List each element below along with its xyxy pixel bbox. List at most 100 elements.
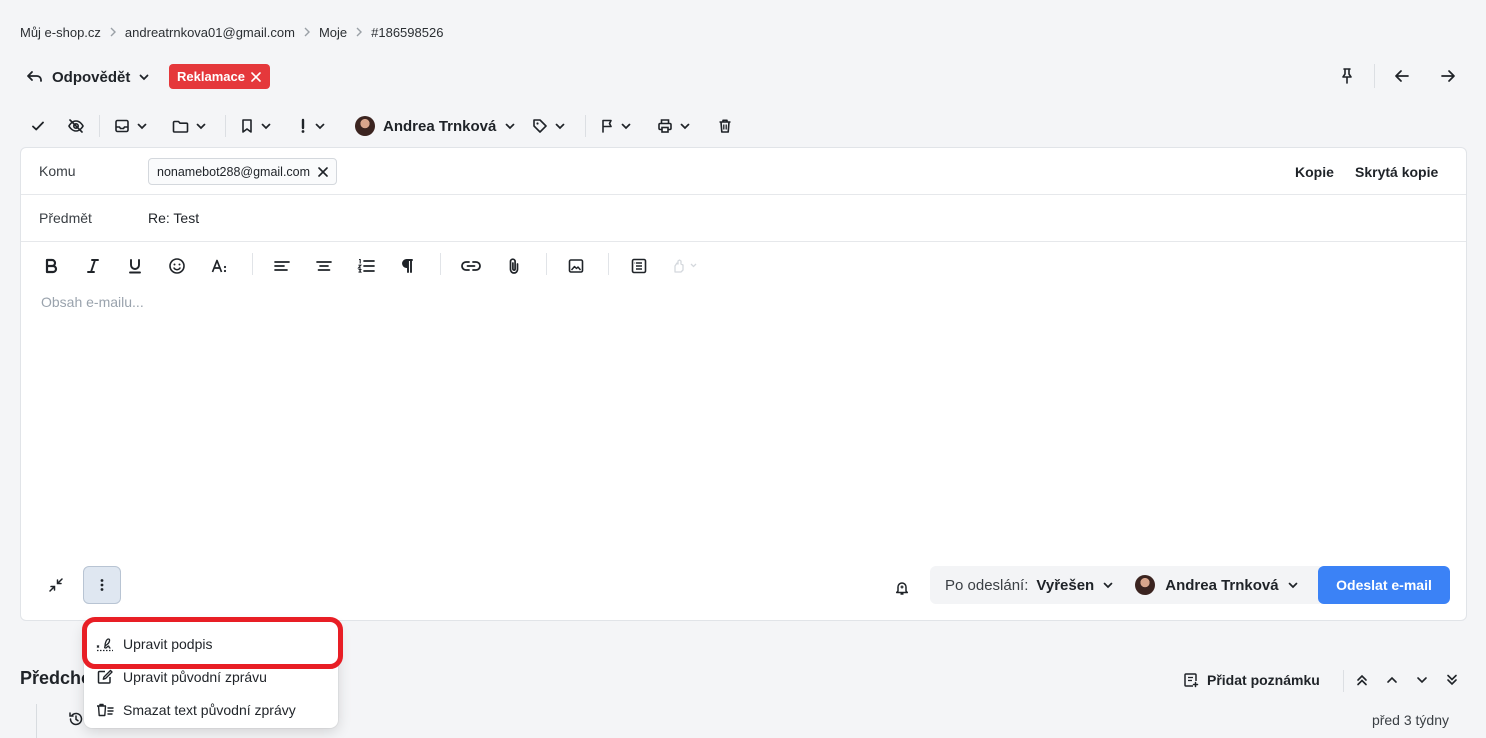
smiley-icon xyxy=(168,257,186,275)
printer-icon xyxy=(657,118,673,134)
chevrons-up-icon xyxy=(1356,673,1368,687)
send-email-button[interactable]: Odeslat e-mail xyxy=(1318,566,1450,604)
after-send-assignee-dropdown[interactable]: Andrea Trnková xyxy=(1135,575,1298,595)
emoji-button[interactable] xyxy=(165,254,189,278)
avatar xyxy=(355,116,375,136)
reminder-button[interactable] xyxy=(890,576,914,600)
link-button[interactable] xyxy=(459,254,483,278)
subject-input[interactable]: Re: Test xyxy=(148,210,199,226)
row-divider xyxy=(21,241,1466,242)
collapse-button[interactable] xyxy=(37,566,75,604)
font-size-button[interactable] xyxy=(208,254,232,278)
trash-icon xyxy=(718,118,732,134)
move-to-folder-button[interactable] xyxy=(172,114,207,138)
tag-icon xyxy=(532,118,548,134)
cc-button[interactable]: Kopie xyxy=(1295,164,1334,180)
chevron-down-icon xyxy=(136,120,148,132)
add-note-button[interactable]: Přidat poznámku xyxy=(1183,670,1320,690)
history-timestamp: před 3 týdny xyxy=(1371,712,1449,728)
font-size-icon xyxy=(211,258,229,274)
reply-label: Odpovědět xyxy=(52,68,131,86)
more-vertical-icon xyxy=(100,578,104,592)
history-divider xyxy=(1343,670,1344,692)
next-button[interactable] xyxy=(1436,64,1460,88)
history-icon xyxy=(68,711,84,727)
bold-button[interactable] xyxy=(39,254,63,278)
scroll-up-button[interactable] xyxy=(1382,670,1402,690)
after-send-status-dropdown[interactable]: Vyřešen xyxy=(1036,577,1114,594)
more-options-button[interactable] xyxy=(83,566,121,604)
folder-icon xyxy=(172,119,189,134)
editor-divider xyxy=(608,253,609,275)
chevron-right-icon xyxy=(303,27,311,37)
inbox-button[interactable] xyxy=(114,114,148,138)
bcc-button[interactable]: Skrytá kopie xyxy=(1355,164,1438,180)
template-button[interactable] xyxy=(627,254,651,278)
breadcrumb-item-ticket: #186598526 xyxy=(371,24,444,40)
chevron-down-icon xyxy=(620,120,632,132)
breadcrumb-item-mailbox[interactable]: andreatrnkova01@gmail.com xyxy=(125,25,295,40)
reply-icon xyxy=(26,69,44,85)
inbox-icon xyxy=(114,118,130,134)
close-icon[interactable] xyxy=(251,71,261,82)
mark-done-button[interactable] xyxy=(30,114,46,138)
previous-button[interactable] xyxy=(1390,64,1414,88)
toolbar-divider xyxy=(99,115,100,137)
label-button[interactable] xyxy=(532,114,566,138)
chevrons-down-icon xyxy=(1446,673,1458,687)
tag-reklamace[interactable]: Reklamace xyxy=(169,64,270,89)
chevron-down-icon xyxy=(1287,579,1299,591)
menu-item-label: Upravit podpis xyxy=(123,636,213,652)
exclamation-icon xyxy=(298,118,308,134)
align-left-icon xyxy=(274,259,290,273)
pin-button[interactable] xyxy=(1335,64,1359,88)
underline-button[interactable] xyxy=(123,254,147,278)
subject-label: Předmět xyxy=(39,210,92,226)
row-divider xyxy=(21,194,1466,195)
priority-button[interactable] xyxy=(298,114,326,138)
flag-button[interactable] xyxy=(600,114,632,138)
align-left-button[interactable] xyxy=(270,254,294,278)
scroll-bottom-button[interactable] xyxy=(1442,670,1462,690)
image-button[interactable] xyxy=(564,254,588,278)
underline-icon xyxy=(128,258,142,274)
header-divider xyxy=(1374,64,1375,88)
flag-icon xyxy=(600,118,614,134)
after-send-assignee: Andrea Trnková xyxy=(1165,576,1279,594)
close-icon[interactable] xyxy=(318,166,328,177)
bell-plus-icon xyxy=(895,580,909,596)
menu-item-delete-original[interactable]: Smazat text původní zprávy xyxy=(96,698,296,722)
bookmark-button[interactable] xyxy=(240,114,272,138)
reply-button[interactable]: Odpovědět xyxy=(26,62,150,92)
breadcrumb-item-folder[interactable]: Moje xyxy=(319,25,347,40)
italic-button[interactable] xyxy=(81,254,105,278)
print-button[interactable] xyxy=(657,114,691,138)
align-center-icon xyxy=(316,259,332,273)
scroll-down-button[interactable] xyxy=(1412,670,1432,690)
ai-assist-button xyxy=(669,254,701,278)
menu-item-edit-signature[interactable]: Upravit podpis xyxy=(96,632,213,656)
numbered-list-icon xyxy=(357,258,375,274)
paragraph-button[interactable] xyxy=(395,254,419,278)
breadcrumb-item-eshop[interactable]: Můj e-shop.cz xyxy=(20,25,101,40)
recipient-chip[interactable]: nonamebot288@gmail.com xyxy=(148,158,338,185)
editor-divider xyxy=(252,253,253,275)
compose-card: Komu nonamebot288@gmail.com Kopie Skrytá… xyxy=(20,147,1467,621)
pilcrow-icon xyxy=(400,258,414,274)
scroll-top-button[interactable] xyxy=(1352,670,1372,690)
assignee-dropdown[interactable]: Andrea Trnková xyxy=(355,114,516,138)
align-center-button[interactable] xyxy=(312,254,336,278)
after-send-label: Po odeslání: xyxy=(945,576,1029,594)
menu-item-label: Smazat text původní zprávy xyxy=(123,702,296,718)
delete-button[interactable] xyxy=(718,114,732,138)
bold-icon xyxy=(44,258,58,274)
mark-unread-button[interactable] xyxy=(67,114,85,138)
menu-item-edit-original[interactable]: Upravit původní zprávu xyxy=(96,665,267,689)
attachment-button[interactable] xyxy=(502,254,526,278)
chevron-up-icon xyxy=(1386,674,1398,686)
toolbar-divider xyxy=(585,115,586,137)
chevron-right-icon xyxy=(355,27,363,37)
numbered-list-button[interactable] xyxy=(354,254,378,278)
editor-divider xyxy=(440,253,441,275)
email-body-editor[interactable]: Obsah e-mailu... xyxy=(41,294,1441,544)
